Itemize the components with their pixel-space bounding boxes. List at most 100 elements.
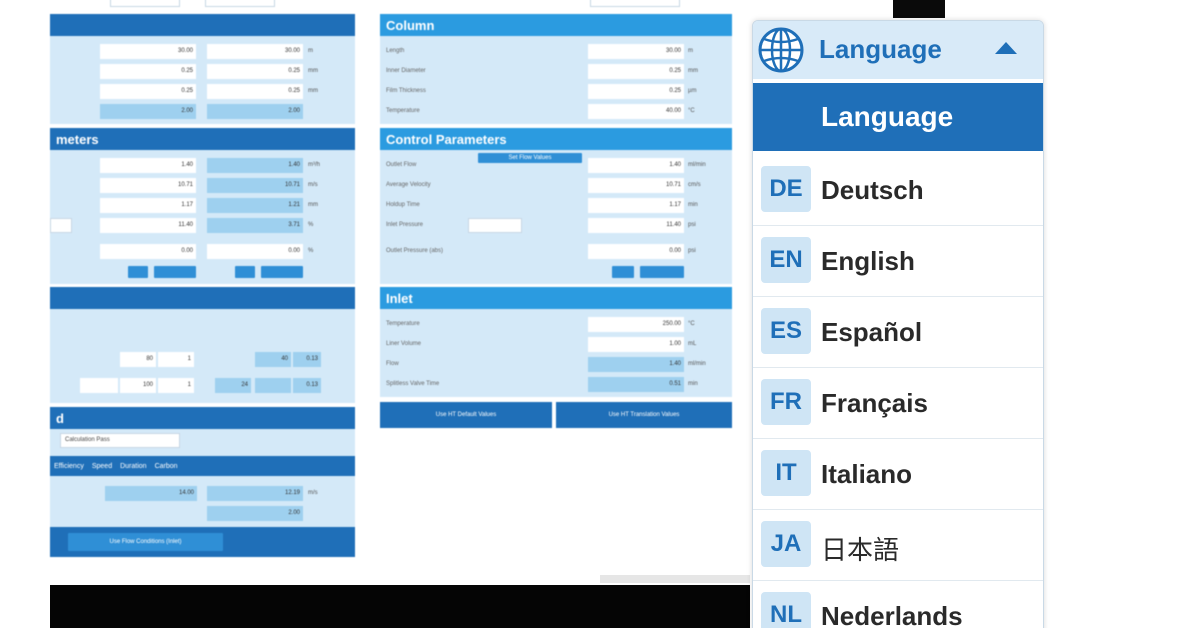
ctrl-small-button-1[interactable] bbox=[612, 266, 634, 278]
section-header-3 bbox=[50, 287, 355, 309]
col-label-length: Length bbox=[386, 48, 405, 54]
col-unit-inner-diameter: mm bbox=[688, 68, 698, 74]
ctrl-value-inlet-pressure[interactable]: 11.40 bbox=[588, 218, 684, 233]
param-unit-5: % bbox=[308, 248, 314, 254]
ctrl-value-holdup-time[interactable]: 1.17 bbox=[588, 198, 684, 213]
set-flow-values-button[interactable]: Set Flow Values bbox=[478, 153, 582, 163]
use-default-values-button[interactable]: Use HT Default Values bbox=[380, 402, 552, 428]
ctrl-label-inlet-pressure: Inlet Pressure bbox=[386, 222, 424, 228]
dim-value-a-3[interactable]: 0.25 bbox=[100, 84, 196, 99]
language-option-de[interactable]: DE Deutsch bbox=[753, 155, 1043, 226]
language-option-fr[interactable]: FR Français bbox=[753, 368, 1043, 439]
dim-unit-2: mm bbox=[308, 68, 318, 74]
language-option-en[interactable]: EN English bbox=[753, 226, 1043, 297]
dim-unit-1: m bbox=[308, 48, 313, 54]
table-d-2: 0.13 bbox=[293, 378, 321, 393]
param-value-b-3: 1.21 bbox=[207, 198, 303, 213]
right-top-select[interactable] bbox=[590, 0, 680, 7]
radio-option-efficiency[interactable]: Efficiency bbox=[54, 463, 84, 470]
param-value-a-5[interactable]: 0.00 bbox=[100, 244, 196, 259]
language-code-badge: NL bbox=[761, 592, 811, 628]
dim-value-b-3[interactable]: 0.25 bbox=[207, 84, 303, 99]
inlet-value-liner-volume[interactable]: 1.00 bbox=[588, 337, 684, 352]
language-dropdown-label: Language bbox=[819, 34, 942, 64]
result-value-b-1: 12.19 bbox=[207, 486, 303, 501]
table-c-1: 40 bbox=[255, 352, 291, 367]
param-value-a-3[interactable]: 1.17 bbox=[100, 198, 196, 213]
table-b-1[interactable]: 1 bbox=[158, 352, 194, 367]
ctrl-value-outlet-pressure[interactable]: 0.00 bbox=[588, 244, 684, 259]
table-d-1: 0.13 bbox=[293, 352, 321, 367]
result-unit-1: m/s bbox=[308, 490, 318, 496]
param-unit-4: % bbox=[308, 222, 314, 228]
use-translation-values-button[interactable]: Use HT Translation Values bbox=[556, 402, 732, 428]
language-code-badge: JA bbox=[761, 521, 811, 567]
param-value-a-4[interactable]: 11.40 bbox=[100, 218, 196, 233]
dim-value-a-1[interactable]: 30.00 bbox=[100, 44, 196, 59]
param-small-button-3[interactable] bbox=[235, 266, 255, 278]
param-value-b-2: 10.71 bbox=[207, 178, 303, 193]
language-dropdown-toggle[interactable]: Language bbox=[753, 21, 1043, 79]
ctrl-value-outlet-flow[interactable]: 1.40 bbox=[588, 158, 684, 173]
table-c-2: 24 bbox=[215, 378, 251, 393]
table-b-2[interactable]: 1 bbox=[158, 378, 194, 393]
control-parameters-header: Control Parameters bbox=[380, 128, 732, 150]
param-small-button-4[interactable] bbox=[261, 266, 303, 278]
param-value-a-2[interactable]: 10.71 bbox=[100, 178, 196, 193]
language-option-es[interactable]: ES Español bbox=[753, 297, 1043, 368]
col-value-film-thickness[interactable]: 0.25 bbox=[588, 84, 684, 99]
param-small-button-1[interactable] bbox=[128, 266, 148, 278]
ctrl-label-outlet-pressure: Outlet Pressure (abs) bbox=[386, 248, 444, 254]
calculation-select[interactable]: Calculation Pass bbox=[60, 433, 180, 448]
dim-value-b-4: 2.00 bbox=[207, 104, 303, 119]
ctrl-label-outlet-flow: Outlet Flow bbox=[386, 162, 417, 168]
section-header-1 bbox=[50, 14, 355, 36]
language-code-badge: IT bbox=[761, 450, 811, 496]
param-select[interactable] bbox=[50, 218, 72, 233]
ctrl-unit-holdup-time: min bbox=[688, 202, 698, 208]
pressure-unit-select[interactable] bbox=[468, 218, 522, 233]
language-option-it[interactable]: IT Italiano bbox=[753, 439, 1043, 510]
use-flow-conditions-button[interactable]: Use Flow Conditions (Inlet) bbox=[68, 533, 223, 551]
inlet-unit-liner-volume: mL bbox=[688, 341, 697, 347]
radio-option-duration[interactable]: Duration bbox=[120, 463, 146, 470]
col-label-film-thickness: Film Thickness bbox=[386, 88, 426, 94]
inlet-unit-temperature: °C bbox=[688, 321, 695, 327]
ctrl-value-average-velocity[interactable]: 10.71 bbox=[588, 178, 684, 193]
table-e-2 bbox=[255, 378, 291, 393]
language-option-ja[interactable]: JA 日本語 bbox=[753, 510, 1043, 581]
top-select-a[interactable] bbox=[110, 0, 180, 7]
dim-value-b-2[interactable]: 0.25 bbox=[207, 64, 303, 79]
col-value-temperature[interactable]: 40.00 bbox=[588, 104, 684, 119]
language-option-nl[interactable]: NL Nederlands bbox=[753, 581, 1043, 628]
chevron-up-icon[interactable] bbox=[995, 42, 1017, 54]
top-select-b[interactable] bbox=[205, 0, 275, 7]
param-value-a-1[interactable]: 1.40 bbox=[100, 158, 196, 173]
radio-option-speed[interactable]: Speed bbox=[92, 463, 112, 470]
ctrl-unit-outlet-flow: ml/min bbox=[688, 162, 706, 168]
dim-unit-3: mm bbox=[308, 88, 318, 94]
col-label-inner-diameter: Inner Diameter bbox=[386, 68, 426, 74]
col-unit-temperature: °C bbox=[688, 108, 695, 114]
table-a-2[interactable]: 100 bbox=[120, 378, 156, 393]
col-label-temperature: Temperature bbox=[386, 108, 420, 114]
table-row2-lead[interactable] bbox=[80, 378, 118, 393]
radio-option-carbon[interactable]: Carbon bbox=[155, 463, 178, 470]
globe-icon bbox=[758, 27, 804, 73]
language-code-badge: EN bbox=[761, 237, 811, 283]
dim-value-a-2[interactable]: 0.25 bbox=[100, 64, 196, 79]
result-value-b-2: 2.00 bbox=[207, 506, 303, 521]
param-value-b-1: 1.40 bbox=[207, 158, 303, 173]
inlet-value-temperature[interactable]: 250.00 bbox=[588, 317, 684, 332]
language-dropdown[interactable]: Language Language DE Deutsch EN English … bbox=[752, 20, 1044, 628]
ctrl-small-button-2[interactable] bbox=[640, 266, 684, 278]
col-value-inner-diameter[interactable]: 0.25 bbox=[588, 64, 684, 79]
col-value-length[interactable]: 30.00 bbox=[588, 44, 684, 59]
param-value-b-5[interactable]: 0.00 bbox=[207, 244, 303, 259]
dim-value-b-1[interactable]: 30.00 bbox=[207, 44, 303, 59]
language-selected-option[interactable]: Language bbox=[753, 83, 1043, 151]
language-name: Español bbox=[821, 317, 923, 347]
inlet-header: Inlet bbox=[380, 287, 732, 309]
table-a-1[interactable]: 80 bbox=[120, 352, 156, 367]
param-small-button-2[interactable] bbox=[154, 266, 196, 278]
